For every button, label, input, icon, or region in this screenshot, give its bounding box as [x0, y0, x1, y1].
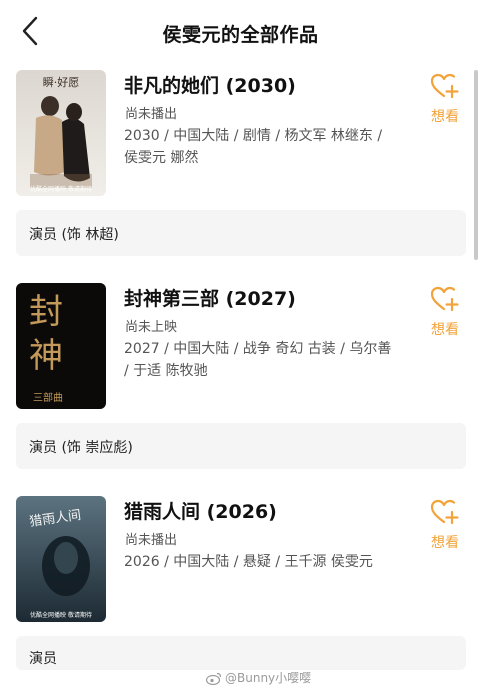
work-meta: 2027 / 中国大陆 / 战争 奇幻 古装 / 乌尔善 / 于适 陈牧驰 — [124, 341, 392, 379]
poster-image[interactable]: 封 神 三部曲 — [16, 283, 106, 409]
want-to-watch-label: 想看 — [431, 109, 459, 125]
heart-plus-icon — [430, 73, 459, 99]
poster-caption-text: 优酷全网播映 敬请期待 — [30, 185, 92, 193]
poster-art: 封 神 三部曲 — [16, 283, 106, 409]
poster-image[interactable]: 猎雨人间 优酷全网播映 敬请期待 — [16, 496, 106, 622]
work-title[interactable]: 封神第三部 (2027) — [124, 284, 296, 311]
poster-title-text: 神 — [29, 336, 63, 376]
want-to-watch-button[interactable]: 想看 — [423, 498, 467, 552]
work-meta: 2026 / 中国大陆 / 悬疑 / 王千源 侯雯元 — [124, 554, 373, 570]
poster-title-text: 封 — [29, 292, 63, 332]
poster-image[interactable]: 瞬·好愿 优酷全网播映 敬请期待 — [16, 70, 106, 196]
role-text: 演员 (饰 林超) — [29, 227, 119, 243]
watermark-text: @Bunny小嘤嘤 — [225, 671, 312, 685]
scrollbar[interactable] — [474, 70, 478, 260]
role-text: 演员 (饰 崇应彪) — [29, 440, 133, 456]
weibo-icon — [206, 672, 222, 685]
watermark: @Bunny小嘤嘤 — [206, 669, 311, 686]
want-to-watch-button[interactable]: 想看 — [423, 285, 467, 339]
want-to-watch-button[interactable]: 想看 — [423, 72, 467, 126]
work-title[interactable]: 非凡的她们 (2030) — [124, 71, 296, 98]
role-box[interactable]: 演员 (饰 林超) — [16, 210, 466, 256]
poster-art: 瞬·好愿 优酷全网播映 敬请期待 — [16, 70, 106, 196]
poster-caption-text: 三部曲 — [33, 391, 63, 404]
work-meta: 2030 / 中国大陆 / 剧情 / 杨文军 林继东 / 侯雯元 娜然 — [124, 128, 383, 166]
work-status: 尚未播出 — [125, 533, 178, 548]
header: 侯雯元的全部作品 — [0, 0, 481, 64]
want-to-watch-label: 想看 — [431, 535, 459, 551]
poster-title-text: 瞬·好愿 — [43, 75, 80, 89]
work-title[interactable]: 猎雨人间 (2026) — [124, 497, 277, 524]
role-box[interactable]: 演员 — [16, 636, 466, 670]
page-title: 侯雯元的全部作品 — [162, 24, 319, 46]
heart-plus-icon — [430, 499, 459, 525]
work-status: 尚未播出 — [125, 107, 178, 122]
want-to-watch-label: 想看 — [431, 322, 459, 338]
heart-plus-icon — [430, 286, 459, 312]
work-status: 尚未上映 — [125, 320, 178, 335]
role-box[interactable]: 演员 (饰 崇应彪) — [16, 423, 466, 469]
role-text: 演员 — [29, 651, 57, 667]
poster-caption-text: 优酷全网播映 敬请期待 — [30, 611, 92, 619]
poster-art: 猎雨人间 优酷全网播映 敬请期待 — [16, 496, 106, 622]
